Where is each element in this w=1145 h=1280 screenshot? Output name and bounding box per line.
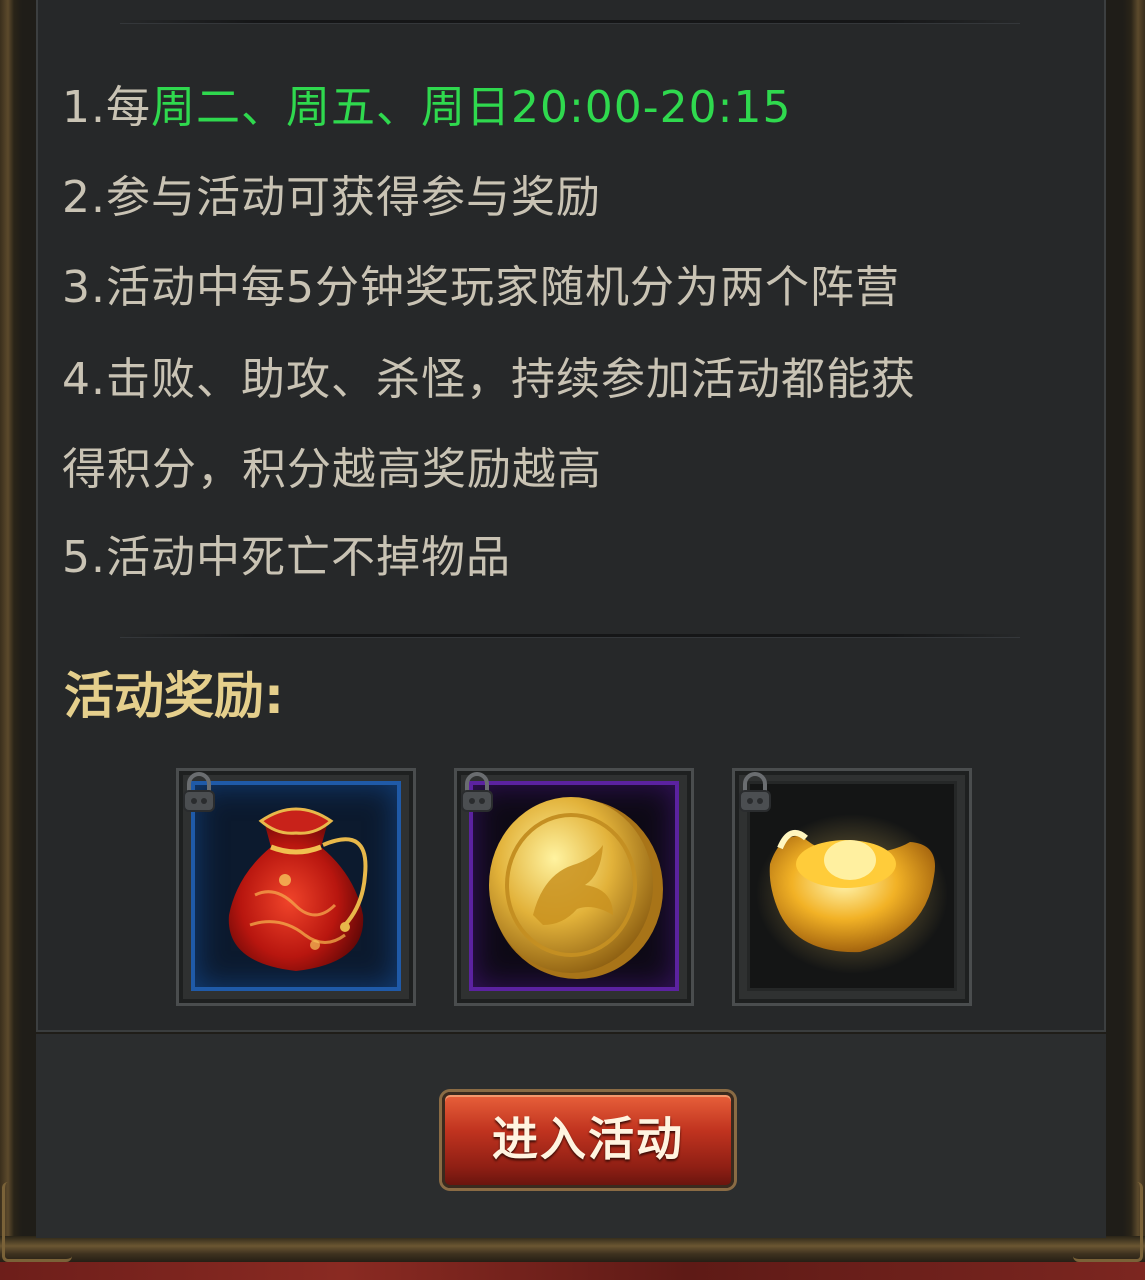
rule-line-4: 4.击败、助攻、杀怪，持续参加活动都能获 [62,354,916,405]
rule-line-5: 5.活动中死亡不掉物品 [62,532,511,583]
divider [120,634,1020,637]
lock-icon [183,772,215,812]
rule-1-schedule: 周二、周五、周日20:00-20:15 [150,82,792,133]
background-strip [0,1262,1145,1280]
reward-slot-pouch[interactable] [176,768,416,1006]
red-pouch-icon [228,807,368,971]
reward-slot-coin[interactable] [454,768,694,1006]
enter-activity-button[interactable]: 进入活动 [442,1092,734,1188]
rule-line-1: 1.每周二、周五、周日20:00-20:15 [62,78,791,138]
reward-slot-ingot[interactable] [732,768,972,1006]
rewards-title: 活动奖励: [64,667,284,725]
gold-coin-icon [489,797,663,979]
divider [120,20,1020,23]
reward-slot-frame [747,781,957,991]
reward-slot-frame [469,781,679,991]
reward-slot-frame [191,781,401,991]
lock-icon [739,772,771,812]
lock-icon [461,772,493,812]
rule-1-prefix: 1.每 [62,82,151,133]
rule-line-3: 3.活动中每5分钟奖玩家随机分为两个阵营 [62,262,900,313]
gold-ingot-icon [756,814,948,974]
rule-line-2: 2.参与活动可获得参与奖励 [62,172,601,223]
rule-line-4-cont: 得积分，积分越高奖励越高 [62,444,602,495]
